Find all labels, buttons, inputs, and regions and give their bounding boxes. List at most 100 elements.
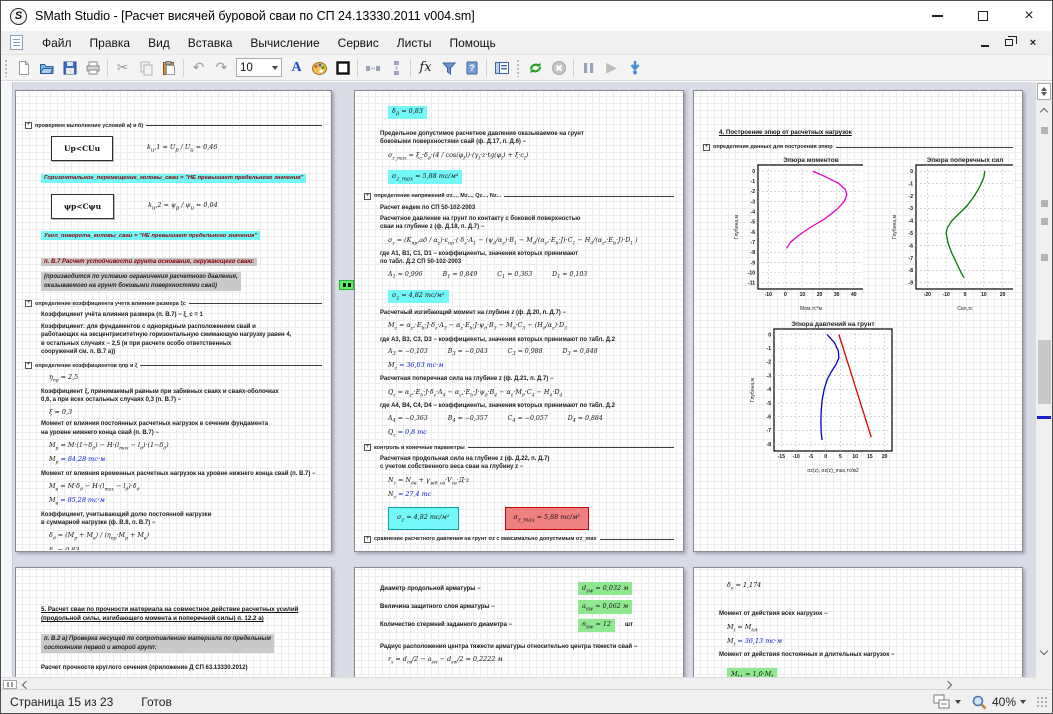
menu-item[interactable]: Листы [388, 32, 441, 54]
font-size-select[interactable]: 10 [236, 58, 282, 77]
open-file-button[interactable] [35, 57, 58, 79]
horizontal-splitter-handle[interactable] [3, 680, 17, 689]
paste-button[interactable] [157, 57, 180, 79]
math-region[interactable]: δд = (Mp + Mв) / (ηпр·Mp + Mв) [49, 531, 322, 541]
font-color-button[interactable]: A [285, 57, 308, 79]
page-3-content[interactable]: 4. Построение эпюр от расчетных нагрузок… [695, 92, 1021, 550]
print-button[interactable] [81, 57, 104, 79]
math-region[interactable]: Расчетное давление на грунт по контакту … [380, 215, 674, 232]
math-region[interactable]: п. В.7 Расчет устойчивости грунта основа… [41, 250, 322, 269]
resize-grip[interactable] [1036, 696, 1048, 708]
collapse-icon[interactable]: + [703, 144, 710, 151]
math-region[interactable]: п. В.2 а) Проверка несущей по сопротивле… [41, 631, 322, 656]
mdi-close-button[interactable]: × [1026, 36, 1040, 49]
math-region[interactable]: где A3, B3, C3, D3 − коэффициенты, значе… [380, 336, 674, 344]
math-region[interactable]: Mz = αε²·Eb·J·δг·A3 − αε·Eb·J·ψд·B3 − Mд… [388, 321, 674, 331]
section-separator[interactable]: +контроль и конечные параметры [364, 444, 674, 451]
vertical-scroll-thumb[interactable] [1038, 340, 1051, 404]
math-region[interactable]: Количество стержней заданного диаметра −… [380, 619, 674, 632]
copy-button[interactable] [134, 57, 157, 79]
math-region[interactable]: Mz = 36,03 тс·м [388, 361, 674, 371]
math-region[interactable]: Горизонтальное_перемещение_головы_сваи =… [41, 166, 322, 187]
section-separator[interactable]: +определение коэффициента учета влияния … [25, 300, 322, 307]
scroll-right-icon[interactable] [944, 681, 952, 689]
scroll-left-icon[interactable] [22, 681, 30, 689]
math-region[interactable]: Расчетная продольная сила на глубине z (… [380, 455, 674, 472]
math-region[interactable]: Mt = 36,13 тс·м [727, 637, 1013, 647]
math-region[interactable]: σz = 4,82 тс/м²σz_max = 5,88 тс/м² [388, 507, 674, 529]
math-region[interactable]: 5. Расчет сваи по прочности материала на… [41, 606, 322, 624]
math-region[interactable]: A4 = −0,363B4 = −0,357C4 = −0,057D4 = 0,… [388, 415, 674, 424]
align-vertical-button[interactable] [384, 57, 407, 79]
math-region[interactable]: 4. Построение эпюр от расчетных нагрузок [719, 129, 1013, 138]
math-region[interactable]: Nz = 27,4 тс [388, 490, 674, 500]
background-color-button[interactable] [308, 57, 331, 79]
plot-region[interactable]: Эпюра давлений на грунт-15-10-5051015200… [747, 319, 899, 475]
step-button[interactable] [623, 57, 646, 79]
collapse-icon[interactable]: + [25, 122, 32, 129]
menu-item[interactable]: Правка [81, 32, 140, 54]
math-region[interactable]: Момент от действия постоянных и длительн… [719, 651, 1013, 659]
plot-region[interactable]: Эпюра поперечных сил-20-10010200-1-2-3-4… [889, 155, 1013, 313]
math-region[interactable]: Mt1 = 1,0·Mt [719, 663, 1013, 677]
math-region[interactable]: Qz = 0,8 тс [388, 428, 674, 438]
math-region[interactable]: rs = dсв/2 − asw − dsw/2 = 0,2222 м [388, 655, 674, 665]
math-region[interactable]: Qz = αε³·Eb·J·δг·A4 − αε²·Eb·J·ψд·B4 − α… [388, 388, 674, 398]
page-5[interactable]: Диаметр продольной арматуры −dsw = 0,032… [354, 567, 684, 677]
math-region[interactable]: Диаметр продольной арматуры −dsw = 0,032… [380, 582, 674, 595]
math-region[interactable]: Величина защитного слоя арматуры −asw = … [380, 600, 674, 613]
math-region[interactable]: Момент от влияния постоянных расчетных н… [41, 420, 322, 437]
page-4-content[interactable]: 5. Расчет сваи по прочности материала на… [17, 569, 330, 677]
zoom-level[interactable]: 40% [992, 695, 1016, 709]
page-5-content[interactable]: Диаметр продольной арматуры −dsw = 0,032… [356, 569, 682, 677]
math-region[interactable]: A1 = 0,996B1 = 0,849C1 = 0,363D1 = 0,103 [388, 271, 674, 280]
cut-button[interactable]: ✂ [111, 57, 134, 79]
math-region[interactable]: Момент от действия всех нагрузок − [719, 610, 1013, 618]
border-button[interactable] [331, 57, 354, 79]
toolbar-grip-2[interactable] [516, 59, 521, 77]
menu-item[interactable]: Помощь [440, 32, 504, 54]
math-region[interactable]: Предельное допустимое расчетное давление… [380, 130, 674, 147]
math-region[interactable]: Момент от влияния временных расчетных на… [41, 470, 322, 478]
math-region[interactable]: σz = 4,82 тс/м² [380, 284, 674, 306]
page-6-content[interactable]: δe = 1,174 Момент от действия всех нагруз… [695, 569, 1021, 677]
zoom-magnifier-icon[interactable] [971, 694, 988, 710]
filter-button[interactable] [437, 57, 460, 79]
math-region[interactable]: Коэффициент ξ, принимаемый равным при за… [41, 388, 322, 405]
plot-region[interactable]: Эпюра моментов-100102030400-1-2-3-4-5-6-… [731, 155, 863, 313]
undo-button[interactable]: ↶ [187, 57, 210, 79]
help-reference-button[interactable]: ? [460, 57, 483, 79]
math-region[interactable]: Up<CUuku,1 = Up / Uu = 0,46 [51, 136, 322, 161]
maximize-button[interactable] [960, 1, 1006, 31]
menu-item[interactable]: Вычисление [241, 32, 328, 54]
math-region[interactable]: σz_max = ξc·δд·(4 / cos(φI))·(γI·z·tg(φI… [388, 151, 674, 161]
math-region[interactable]: Коэффициент, учитывающий долю постоянной… [41, 511, 322, 528]
show-panel-button[interactable] [490, 57, 513, 79]
toolbar-grip[interactable] [4, 59, 9, 77]
math-region[interactable]: Mt = Mtot [727, 623, 1013, 633]
stop-button[interactable] [547, 57, 570, 79]
condition-box[interactable]: Up<CUu [51, 136, 113, 161]
pause-button[interactable] [577, 57, 600, 79]
math-region[interactable]: δe = 1,174 [727, 581, 1013, 591]
scroll-down-icon[interactable] [1040, 647, 1048, 655]
math-region[interactable]: Расчет прочности круглого сечения (прило… [41, 664, 322, 672]
worksheet-canvas[interactable]: +проверяем выполнение условий а) и б)Up<… [1, 82, 1037, 677]
math-region[interactable]: Mp = 84,28 тс·м [49, 455, 322, 465]
scroll-up-icon[interactable] [1040, 108, 1048, 116]
math-region[interactable]: δд = 0,83 [49, 546, 322, 550]
menu-item[interactable]: Вид [139, 32, 179, 54]
save-button[interactable] [58, 57, 81, 79]
page-2[interactable]: δд = 0,83Предельное допустимое расчетное… [354, 90, 684, 552]
page-view-icon[interactable] [933, 694, 951, 709]
redo-button[interactable]: ↷ [210, 57, 233, 79]
math-region[interactable]: Радиус расположения центра тяжести армат… [380, 643, 674, 651]
math-region[interactable]: σz = (Kпр,ад / αε)·εпр·( δг·A1 − (ψд/αε)… [388, 236, 674, 246]
play-button[interactable]: ▶ [600, 57, 623, 79]
document-icon[interactable] [10, 35, 23, 50]
page-1[interactable]: +проверяем выполнение условий а) и б)Up<… [15, 90, 332, 552]
collapse-icon[interactable]: + [25, 362, 32, 369]
section-separator[interactable]: +определение напряжений σz..., Mz..., Qz… [364, 193, 674, 200]
math-region[interactable]: Расчет ведем по СП 50-102-2003 [380, 204, 674, 212]
math-region[interactable]: σz_max = 5,88 тс/м² [380, 165, 674, 187]
